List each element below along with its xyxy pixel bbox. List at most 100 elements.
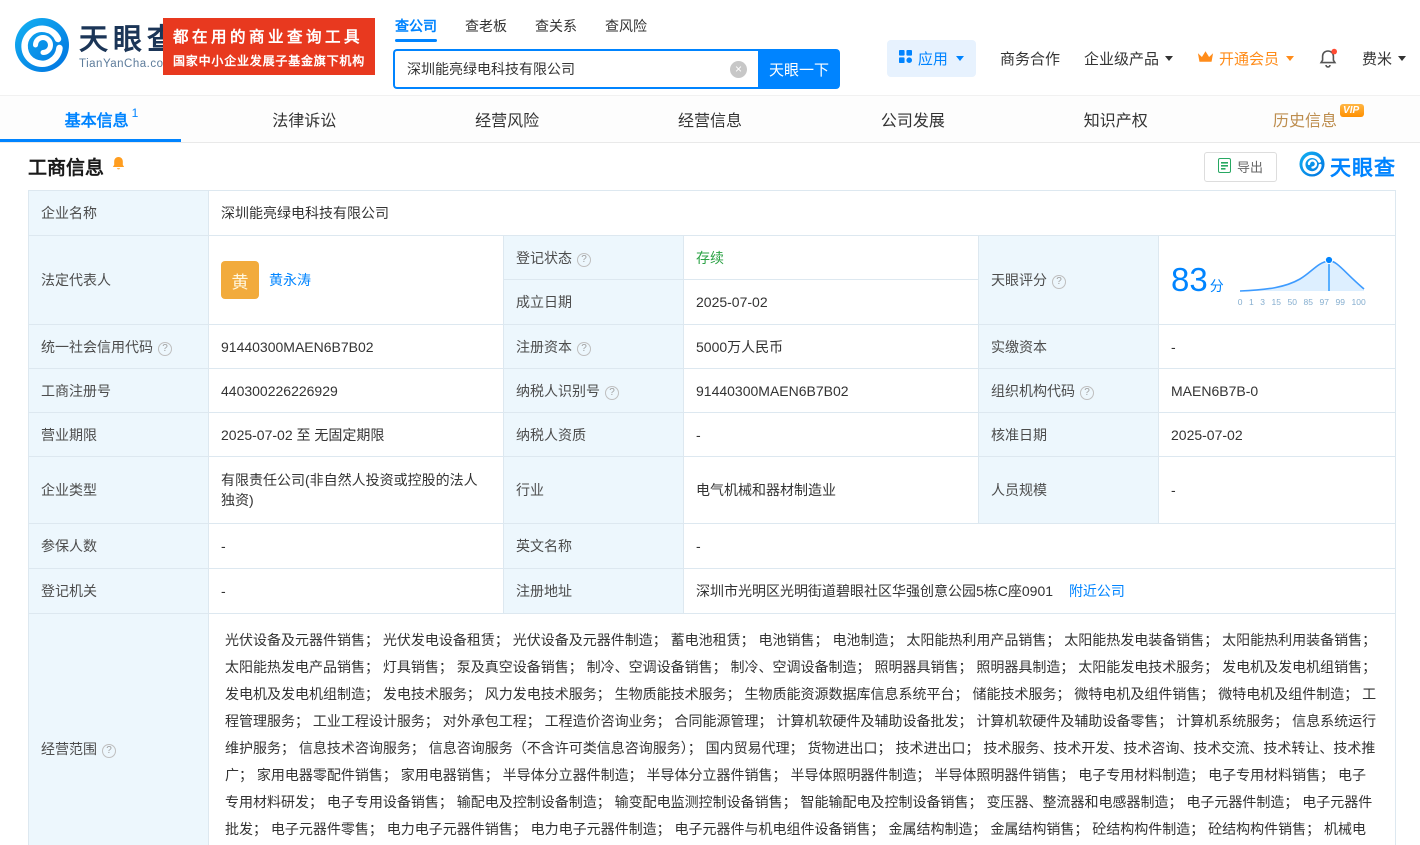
label-text: 英文名称 [516, 538, 572, 554]
help-icon[interactable] [102, 743, 116, 758]
field-label-org-code: 组织机构代码 [978, 368, 1159, 413]
table-row: 参保人数 - 英文名称 - [28, 523, 1396, 569]
nav-cooperation[interactable]: 商务合作 [1000, 48, 1060, 69]
label-text: 经营范围 [41, 740, 97, 757]
field-label-company-type: 企业类型 [28, 456, 209, 524]
label-text: 行业 [516, 482, 544, 498]
apps-menu-label: 应用 [917, 51, 948, 68]
field-label-reg-address: 注册地址 [503, 568, 684, 614]
approval-date-value: 2025-07-02 [1158, 412, 1396, 457]
label-text: 注册地址 [516, 583, 572, 599]
label-text: 注册资本 [516, 338, 572, 355]
search-tab-boss[interactable]: 查老板 [465, 16, 507, 42]
field-label-tianyan-score: 天眼评分 [978, 235, 1159, 325]
field-label-establish-date: 成立日期 [503, 279, 684, 325]
field-label-taxpayer-id: 纳税人识别号 [503, 368, 684, 413]
subscribe-bell-icon[interactable] [111, 155, 126, 178]
legal-rep-cell: 黄 黄永涛 [208, 235, 504, 325]
score-distribution-chart: 0 1 3 15 50 85 97 99 100 [1238, 254, 1366, 307]
tab-intellectual-property[interactable]: 知识产权 [1014, 96, 1217, 142]
label-text: 登记状态 [516, 249, 572, 266]
table-row: 经营范围 光伏设备及元器件销售； 光伏发电设备租赁； 光伏设备及元器件制造； 蓄… [28, 613, 1396, 845]
apps-grid-icon [898, 50, 912, 67]
table-row: 法定代表人 黄 黄永涛 登记状态 存续 天眼评分 83分 [28, 235, 1396, 325]
nearby-companies-link[interactable]: 附近公司 [1069, 583, 1125, 599]
chevron-down-icon [1164, 56, 1173, 61]
chevron-down-icon [1285, 56, 1294, 61]
help-icon[interactable] [577, 341, 591, 356]
taxpayer-quality-value: - [683, 412, 979, 457]
tianyancha-logo[interactable]: 天眼查 TianYanCha.com [14, 17, 181, 78]
export-label: 导出 [1236, 160, 1263, 175]
staff-size-value: - [1158, 456, 1396, 524]
table-row: 营业期限 2025-07-02 至 无固定期限 纳税人资质 - 核准日期 202… [28, 412, 1396, 457]
search-tab-company[interactable]: 查公司 [395, 16, 437, 42]
reg-authority-value: - [208, 568, 504, 614]
legal-rep-avatar[interactable]: 黄 [221, 261, 259, 299]
label-text: 人员规模 [991, 482, 1047, 498]
search-input[interactable] [393, 49, 758, 89]
score-axis-labels: 0 1 3 15 50 85 97 99 100 [1237, 296, 1366, 307]
export-button[interactable]: 导出 [1203, 151, 1277, 182]
section-actions: 导出 天眼查 [1203, 151, 1396, 182]
chevron-down-icon [955, 56, 964, 61]
label-text: 纳税人识别号 [516, 382, 600, 399]
field-label-insured-count: 参保人数 [28, 523, 209, 569]
table-row: 登记机关 - 注册地址 深圳市光明区光明街道碧眼社区华强创意公园5栋C座0901… [28, 568, 1396, 614]
clear-search-icon[interactable]: × [730, 61, 747, 78]
table-row: 企业名称 深圳能亮绿电科技有限公司 [28, 190, 1396, 236]
field-label-reg-capital: 注册资本 [503, 324, 684, 369]
user-name: 费米 [1361, 51, 1392, 68]
tab-basic-info[interactable]: 基本信息 1 [0, 96, 203, 142]
label-text: 实缴资本 [991, 338, 1047, 355]
search-tab-relation[interactable]: 查关系 [535, 16, 577, 42]
field-label-reg-number: 工商注册号 [28, 368, 209, 413]
field-label-staff-size: 人员规模 [978, 456, 1159, 524]
reg-status-value: 存续 [683, 235, 979, 280]
table-row: 工商注册号 440300226226929 纳税人识别号 91440300MAE… [28, 368, 1396, 413]
help-icon[interactable] [577, 252, 591, 267]
industry-value: 电气机械和器材制造业 [683, 456, 979, 524]
field-label-english-name: 英文名称 [503, 523, 684, 569]
tab-company-development[interactable]: 公司发展 [811, 96, 1014, 142]
label-text: 组织机构代码 [991, 382, 1075, 399]
watermark-brand: 天眼查 [1299, 151, 1396, 182]
search-button[interactable]: 天眼一下 [758, 49, 840, 89]
promo-slogan: 都在用的商业查询工具 国家中小企业发展子基金旗下机构 [163, 18, 376, 75]
tab-operation-info[interactable]: 经营信息 [609, 96, 812, 142]
label-text: 参保人数 [41, 538, 97, 554]
crown-icon [1197, 50, 1214, 67]
org-code-value: MAEN6B7B-0 [1158, 368, 1396, 413]
legal-rep-name-link[interactable]: 黄永涛 [269, 270, 311, 290]
field-label-legal-rep: 法定代表人 [28, 235, 209, 325]
tab-legal-litigation[interactable]: 法律诉讼 [203, 96, 406, 142]
label-text: 法定代表人 [41, 272, 111, 288]
open-vip-link[interactable]: 开通会员 [1197, 48, 1294, 69]
nav-enterprise-products[interactable]: 企业级产品 [1084, 48, 1173, 69]
reg-address-value: 深圳市光明区光明街道碧眼社区华强创意公园5栋C座0901 [696, 583, 1054, 599]
vip-badge: VIP [1340, 103, 1365, 117]
field-label-credit-code: 统一社会信用代码 [28, 324, 209, 369]
help-icon[interactable] [1080, 385, 1094, 400]
field-label-business-term: 营业期限 [28, 412, 209, 457]
help-icon[interactable] [158, 341, 172, 356]
watermark-brand-text: 天眼查 [1330, 156, 1396, 180]
tianyan-score-cell[interactable]: 83 分 0 1 3 15 50 85 97 99 100 [1158, 235, 1396, 325]
search-tab-risk[interactable]: 查风险 [605, 16, 647, 42]
top-header: 天眼查 TianYanCha.com 都在用的商业查询工具 国家中小企业发展子基… [0, 0, 1420, 95]
tab-history-info[interactable]: 历史信息 VIP [1217, 96, 1420, 142]
search-area: 查公司 查老板 查关系 查风险 × 天眼一下 [393, 16, 840, 89]
field-label-business-scope: 经营范围 [28, 613, 209, 845]
tab-operation-risk[interactable]: 经营风险 [406, 96, 609, 142]
apps-menu[interactable]: 应用 [886, 40, 976, 77]
business-term-value: 2025-07-02 至 无固定期限 [208, 412, 504, 457]
search-tabs: 查公司 查老板 查关系 查风险 [395, 16, 840, 42]
help-icon[interactable] [1052, 275, 1066, 289]
company-name-value: 深圳能亮绿电科技有限公司 [208, 190, 1396, 236]
tianyancha-swirl-icon [14, 17, 70, 78]
score-value: 83 分 [1171, 261, 1224, 298]
notifications-bell-icon[interactable] [1318, 48, 1338, 69]
user-menu[interactable]: 费米 [1362, 48, 1406, 69]
tianyancha-swirl-icon-small [1299, 151, 1325, 182]
help-icon[interactable] [605, 385, 619, 400]
